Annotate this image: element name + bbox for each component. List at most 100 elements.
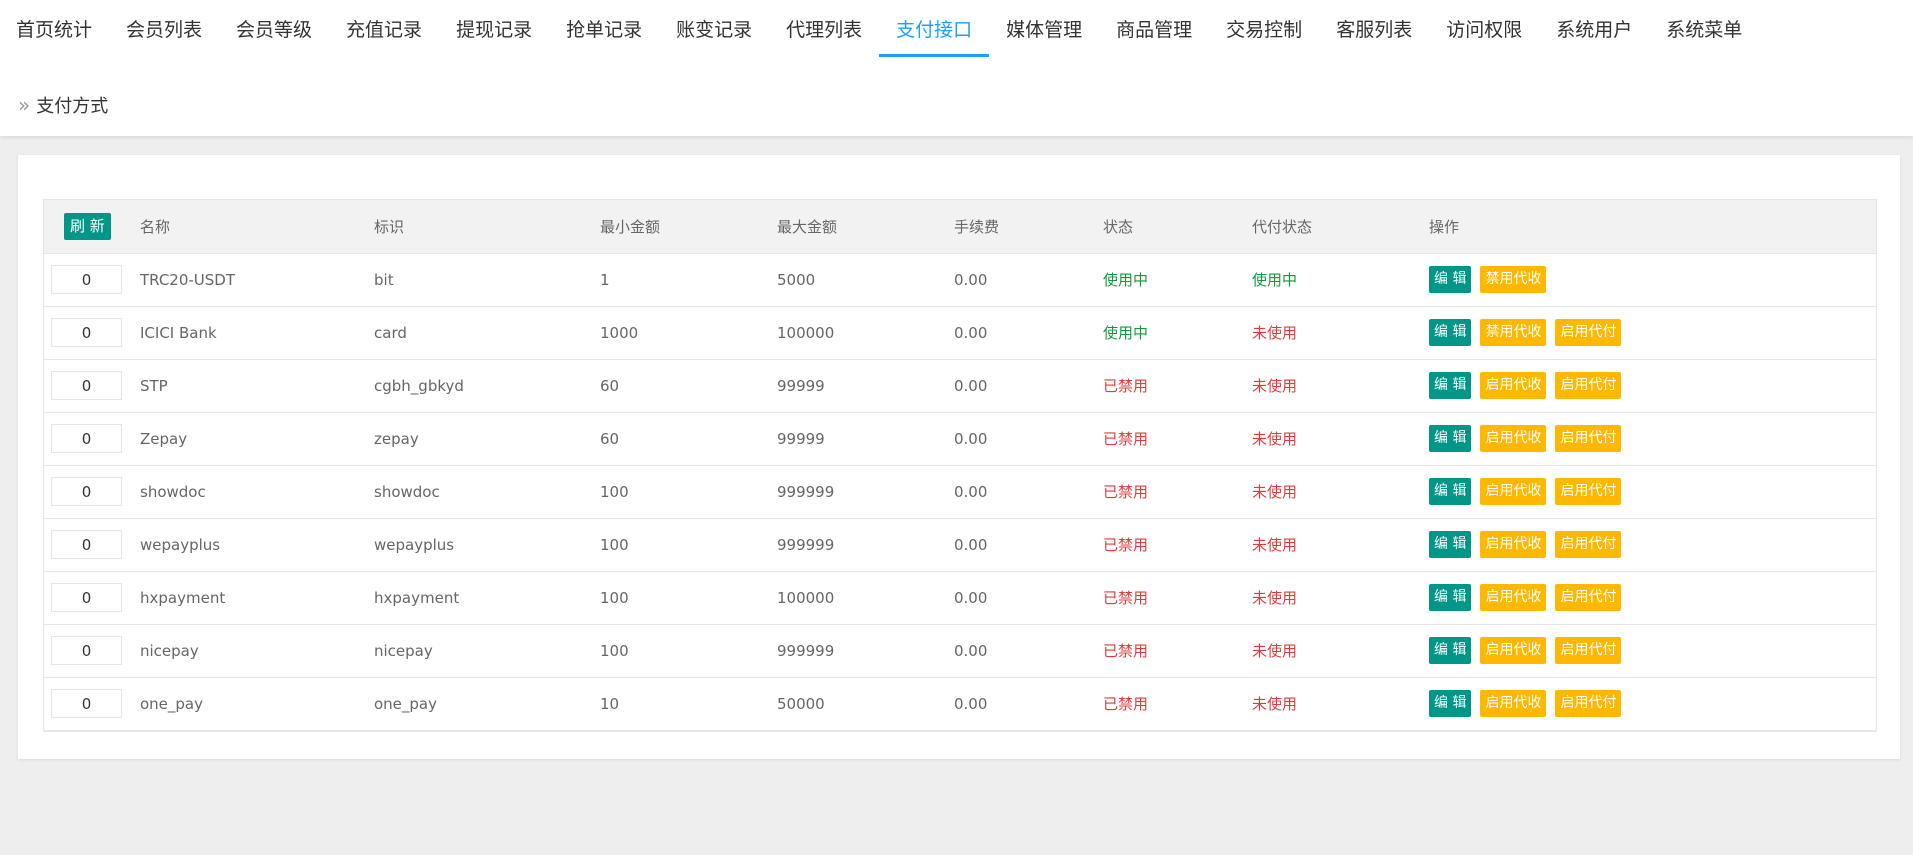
min-amount-cell: 60 bbox=[600, 412, 777, 466]
actions-cell: 编 辑启用代收 启用代付 bbox=[1429, 359, 1876, 413]
nav-item-7[interactable]: 代理列表 bbox=[769, 0, 879, 58]
enable-collection-button[interactable]: 启用代收 bbox=[1480, 690, 1547, 717]
fee-cell: 0.00 bbox=[954, 253, 1103, 307]
header-sort: 刷 新 bbox=[44, 200, 140, 254]
max-amount-cell: 100000 bbox=[777, 571, 954, 625]
sort-order-input[interactable] bbox=[51, 530, 122, 559]
fee-cell: 0.00 bbox=[954, 677, 1103, 731]
edit-button[interactable]: 编 辑 bbox=[1429, 584, 1472, 611]
min-amount-cell: 100 bbox=[600, 518, 777, 572]
nav-item-15[interactable]: 系统菜单 bbox=[1649, 0, 1759, 58]
payout-status-cell: 未使用 bbox=[1252, 359, 1429, 413]
edit-button[interactable]: 编 辑 bbox=[1429, 425, 1472, 452]
table-header-row: 刷 新 名称 标识 最小金额 最大金额 手续费 状态 代付状态 操作 bbox=[44, 200, 1876, 254]
nav-item-0[interactable]: 首页统计 bbox=[0, 0, 109, 58]
enable-payout-button[interactable]: 启用代付 bbox=[1555, 690, 1622, 717]
payout-status-cell: 使用中 bbox=[1252, 253, 1429, 307]
nav-item-12[interactable]: 客服列表 bbox=[1319, 0, 1429, 58]
enable-collection-button[interactable]: 启用代收 bbox=[1480, 372, 1547, 399]
sort-order-input[interactable] bbox=[51, 318, 122, 347]
header-min-amount: 最小金额 bbox=[600, 200, 777, 254]
code-cell: wepayplus bbox=[374, 518, 600, 572]
content-card: 刷 新 名称 标识 最小金额 最大金额 手续费 状态 代付状态 操作 TRC20… bbox=[18, 155, 1900, 759]
fee-cell: 0.00 bbox=[954, 306, 1103, 360]
nav-item-9[interactable]: 媒体管理 bbox=[989, 0, 1099, 58]
sort-order-input[interactable] bbox=[51, 636, 122, 665]
status-cell: 已禁用 bbox=[1103, 677, 1252, 731]
payout-status-cell: 未使用 bbox=[1252, 571, 1429, 625]
name-cell: STP bbox=[140, 359, 374, 413]
refresh-button[interactable]: 刷 新 bbox=[64, 212, 111, 240]
enable-collection-button[interactable]: 启用代收 bbox=[1480, 425, 1547, 452]
enable-collection-button[interactable]: 启用代收 bbox=[1480, 531, 1547, 558]
min-amount-cell: 10 bbox=[600, 677, 777, 731]
enable-collection-button[interactable]: 启用代收 bbox=[1480, 584, 1547, 611]
name-cell: hxpayment bbox=[140, 571, 374, 625]
code-cell: cgbh_gbkyd bbox=[374, 359, 600, 413]
name-cell: ICICI Bank bbox=[140, 306, 374, 360]
status-cell: 使用中 bbox=[1103, 306, 1252, 360]
nav-item-3[interactable]: 充值记录 bbox=[329, 0, 439, 58]
edit-button[interactable]: 编 辑 bbox=[1429, 266, 1472, 293]
sort-order-input[interactable] bbox=[51, 265, 122, 294]
edit-button[interactable]: 编 辑 bbox=[1429, 478, 1472, 505]
enable-payout-button[interactable]: 启用代付 bbox=[1555, 531, 1622, 558]
sort-order-input[interactable] bbox=[51, 424, 122, 453]
table-row: wepaypluswepayplus1009999990.00已禁用未使用编 辑… bbox=[44, 518, 1876, 572]
header-status: 状态 bbox=[1103, 200, 1252, 254]
header-payout-status: 代付状态 bbox=[1252, 200, 1429, 254]
enable-collection-button[interactable]: 启用代收 bbox=[1480, 478, 1547, 505]
code-cell: bit bbox=[374, 253, 600, 307]
disable-collection-button[interactable]: 禁用代收 bbox=[1480, 266, 1547, 293]
enable-collection-button[interactable]: 启用代收 bbox=[1480, 637, 1547, 664]
sort-order-input[interactable] bbox=[51, 477, 122, 506]
enable-payout-button[interactable]: 启用代付 bbox=[1555, 425, 1622, 452]
nav-item-5[interactable]: 抢单记录 bbox=[549, 0, 659, 58]
nav-item-13[interactable]: 访问权限 bbox=[1429, 0, 1539, 58]
nav-item-10[interactable]: 商品管理 bbox=[1099, 0, 1209, 58]
nav-item-14[interactable]: 系统用户 bbox=[1539, 0, 1649, 58]
max-amount-cell: 5000 bbox=[777, 253, 954, 307]
edit-button[interactable]: 编 辑 bbox=[1429, 637, 1472, 664]
enable-payout-button[interactable]: 启用代付 bbox=[1555, 319, 1622, 346]
enable-payout-button[interactable]: 启用代付 bbox=[1555, 478, 1622, 505]
nav-item-2[interactable]: 会员等级 bbox=[219, 0, 329, 58]
nav-item-8[interactable]: 支付接口 bbox=[879, 0, 990, 58]
edit-button[interactable]: 编 辑 bbox=[1429, 690, 1472, 717]
sort-cell bbox=[44, 253, 140, 307]
enable-payout-button[interactable]: 启用代付 bbox=[1555, 584, 1622, 611]
header-fee: 手续费 bbox=[954, 200, 1103, 254]
sort-cell bbox=[44, 677, 140, 731]
enable-payout-button[interactable]: 启用代付 bbox=[1555, 372, 1622, 399]
nav-item-1[interactable]: 会员列表 bbox=[109, 0, 219, 58]
sort-order-input[interactable] bbox=[51, 583, 122, 612]
nav-item-6[interactable]: 账变记录 bbox=[659, 0, 769, 58]
edit-button[interactable]: 编 辑 bbox=[1429, 531, 1472, 558]
actions-cell: 编 辑启用代收 启用代付 bbox=[1429, 624, 1876, 678]
status-cell: 已禁用 bbox=[1103, 518, 1252, 572]
nav-item-11[interactable]: 交易控制 bbox=[1209, 0, 1319, 58]
table-row: STPcgbh_gbkyd60999990.00已禁用未使用编 辑启用代收启用代… bbox=[44, 359, 1876, 413]
disable-collection-button[interactable]: 禁用代收 bbox=[1480, 319, 1547, 346]
table-row: Zepayzepay60999990.00已禁用未使用编 辑启用代收启用代付 bbox=[44, 412, 1876, 466]
max-amount-cell: 100000 bbox=[777, 306, 954, 360]
sort-cell bbox=[44, 571, 140, 625]
sort-order-input[interactable] bbox=[51, 689, 122, 718]
table-row: nicepaynicepay1009999990.00已禁用未使用编 辑启用代收… bbox=[44, 624, 1876, 678]
sort-cell bbox=[44, 359, 140, 413]
code-cell: card bbox=[374, 306, 600, 360]
min-amount-cell: 1000 bbox=[600, 306, 777, 360]
edit-button[interactable]: 编 辑 bbox=[1429, 372, 1472, 399]
enable-payout-button[interactable]: 启用代付 bbox=[1555, 637, 1622, 664]
max-amount-cell: 99999 bbox=[777, 359, 954, 413]
edit-button[interactable]: 编 辑 bbox=[1429, 319, 1472, 346]
sort-order-input[interactable] bbox=[51, 371, 122, 400]
table-row: ICICI Bankcard10001000000.00使用中未使用编 辑禁用代… bbox=[44, 306, 1876, 360]
payout-status-cell: 未使用 bbox=[1252, 306, 1429, 360]
payout-status-cell: 未使用 bbox=[1252, 518, 1429, 572]
code-cell: showdoc bbox=[374, 465, 600, 519]
status-cell: 已禁用 bbox=[1103, 412, 1252, 466]
header-actions: 操作 bbox=[1429, 200, 1876, 254]
nav-item-4[interactable]: 提现记录 bbox=[439, 0, 549, 58]
top-bar: 首页统计 会员列表 会员等级 充值记录 提现记录 抢单记录 账变记录 代理列表 支付接口 媒体管理… bbox=[0, 0, 1913, 136]
